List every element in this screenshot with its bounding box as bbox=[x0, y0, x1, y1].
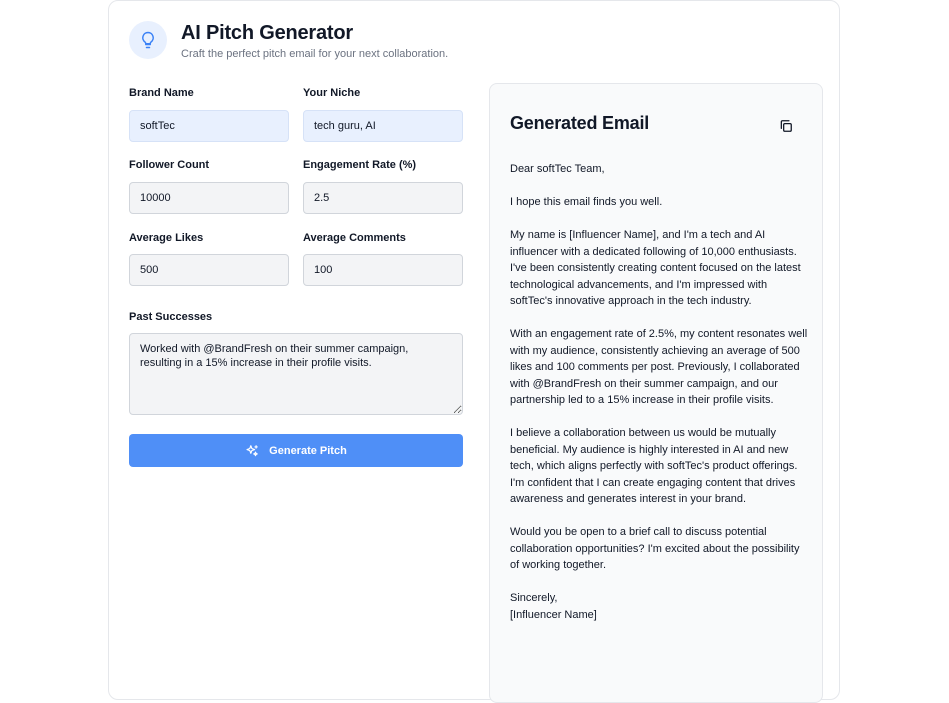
page-title: AI Pitch Generator bbox=[181, 22, 353, 44]
copy-button[interactable] bbox=[777, 117, 795, 135]
copy-icon bbox=[779, 119, 793, 133]
generated-email-body: Dear softTec Team, I hope this email fin… bbox=[510, 161, 808, 623]
email-paragraph: With an engagement rate of 2.5%, my cont… bbox=[510, 328, 808, 406]
niche-input[interactable] bbox=[303, 110, 463, 142]
past-successes-textarea[interactable]: Worked with @BrandFresh on their summer … bbox=[129, 333, 463, 415]
average-likes-input[interactable] bbox=[129, 254, 289, 286]
sparkles-icon bbox=[245, 444, 259, 458]
email-paragraph: I believe a collaboration between us wou… bbox=[510, 427, 798, 505]
brand-name-input[interactable] bbox=[129, 110, 289, 142]
email-greeting: Dear softTec Team, bbox=[510, 163, 605, 175]
follower-count-input[interactable] bbox=[129, 182, 289, 214]
engagement-rate-label: Engagement Rate (%) bbox=[303, 159, 417, 171]
email-paragraph: My name is [Influencer Name], and I'm a … bbox=[510, 229, 801, 307]
engagement-rate-input[interactable] bbox=[303, 182, 463, 214]
past-successes-label: Past Successes bbox=[129, 311, 213, 323]
follower-count-label: Follower Count bbox=[129, 159, 210, 171]
average-comments-input[interactable] bbox=[303, 254, 463, 286]
generate-pitch-label: Generate Pitch bbox=[269, 444, 347, 457]
email-paragraph: I hope this email finds you well. bbox=[510, 196, 663, 208]
generate-pitch-button[interactable]: Generate Pitch bbox=[129, 434, 463, 467]
generated-email-title: Generated Email bbox=[510, 113, 650, 133]
page-subtitle: Craft the perfect pitch email for your n… bbox=[181, 48, 449, 60]
average-likes-label: Average Likes bbox=[129, 232, 204, 244]
email-closing: Sincerely, bbox=[510, 592, 558, 604]
email-paragraph: Would you be open to a brief call to dis… bbox=[510, 526, 800, 571]
niche-label: Your Niche bbox=[303, 87, 361, 99]
brand-name-label: Brand Name bbox=[129, 87, 194, 99]
average-comments-label: Average Comments bbox=[303, 232, 406, 244]
lightbulb-icon bbox=[129, 21, 167, 59]
email-signature: [Influencer Name] bbox=[510, 608, 597, 621]
